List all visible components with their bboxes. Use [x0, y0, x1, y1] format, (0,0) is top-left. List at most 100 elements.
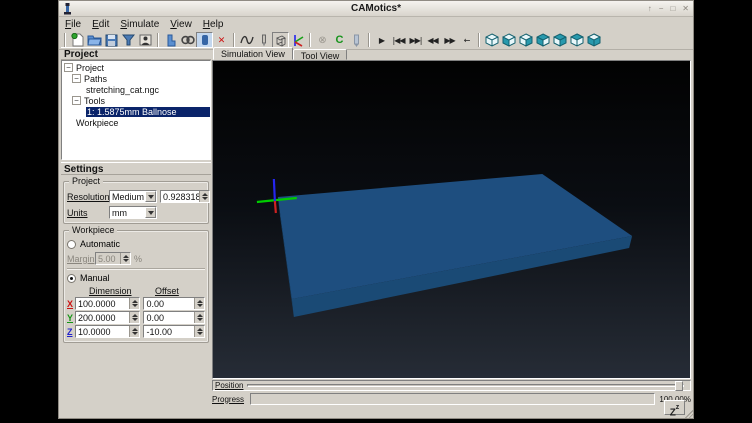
title-bar[interactable]: CAMotics* ↑ − □ ✕ [59, 1, 693, 17]
units-combo[interactable]: mm [109, 206, 157, 219]
chevron-down-icon[interactable] [145, 207, 156, 218]
z-offset-spinbox[interactable]: -10.00 [143, 325, 205, 338]
workpiece-settings-group: Workpiece Automatic Margin 5.00 % Man [63, 230, 209, 343]
workpiece-group-legend: Workpiece [69, 225, 117, 235]
spinner-buttons[interactable] [199, 191, 209, 202]
left-panel: Project Project Paths stretching_cat.ngc… [61, 47, 211, 416]
tree-item-paths[interactable]: Paths [62, 73, 210, 84]
offset-header: Offset [155, 286, 179, 296]
skip-to-start-icon[interactable]: |◀◀ [390, 32, 407, 48]
menu-bar: File Edit Simulate View Help [59, 17, 693, 31]
show-workpiece-toggle[interactable] [196, 32, 213, 48]
tree-item-tools[interactable]: Tools [62, 95, 210, 106]
manual-radio[interactable] [67, 274, 76, 283]
resolution-value-spinbox[interactable]: 0.928318 [160, 190, 210, 203]
y-offset-spinbox[interactable]: 0.00 [143, 311, 205, 324]
collapse-icon[interactable] [64, 63, 73, 72]
tab-simulation-view[interactable]: Simulation View [213, 47, 293, 60]
export-icon[interactable] [120, 32, 137, 48]
axis-z-label[interactable]: Z [67, 327, 75, 337]
right-view-icon[interactable] [551, 32, 568, 48]
menu-view[interactable]: View [170, 19, 192, 30]
tab-tool-view[interactable]: Tool View [293, 49, 347, 60]
simulation-viewport[interactable] [212, 60, 691, 379]
camotics-window: CAMotics* ↑ − □ ✕ File Edit Simulate Vie… [58, 0, 694, 419]
resolution-label[interactable]: Resolution [67, 192, 109, 202]
resize-grip[interactable] [685, 410, 693, 418]
spinner-buttons[interactable] [129, 326, 139, 337]
minimize-button[interactable]: − [659, 2, 664, 16]
toolbar-separator [309, 33, 311, 47]
open-project-icon[interactable] [86, 32, 103, 48]
spinner-buttons[interactable] [194, 326, 204, 337]
spinner-buttons[interactable] [129, 312, 139, 323]
skip-to-end-icon[interactable]: ▶▶| [407, 32, 424, 48]
stop-icon[interactable]: ⊗ [314, 32, 331, 48]
collapse-icon[interactable] [72, 96, 81, 105]
back-view-icon[interactable] [517, 32, 534, 48]
left-view-icon[interactable] [534, 32, 551, 48]
window-title: CAMotics* [59, 3, 693, 14]
reload-icon[interactable]: C [331, 32, 348, 48]
spinner-buttons[interactable] [194, 298, 204, 309]
units-label[interactable]: Units [67, 208, 109, 218]
window-controls: ↑ − □ ✕ [648, 2, 689, 16]
play-icon[interactable]: ▶ [373, 32, 390, 48]
position-label[interactable]: Position [215, 381, 243, 390]
x-dimension-spinbox[interactable]: 100.0000 [75, 297, 141, 310]
progress-bar [250, 393, 655, 405]
menu-help[interactable]: Help [203, 19, 224, 30]
menu-file[interactable]: File [65, 19, 81, 30]
project-panel-title[interactable]: Project [61, 47, 211, 60]
tool-wrench-icon[interactable] [162, 32, 179, 48]
iso-view-icon[interactable] [483, 32, 500, 48]
save-project-icon[interactable] [103, 32, 120, 48]
clear-workpiece-icon[interactable]: ✕ [213, 32, 230, 48]
toolbar-separator [157, 33, 159, 47]
menu-simulate[interactable]: Simulate [120, 19, 159, 30]
y-dimension-spinbox[interactable]: 200.0000 [75, 311, 141, 324]
new-project-icon[interactable] [69, 32, 86, 48]
tree-item-gcode-file[interactable]: stretching_cat.ngc [62, 84, 210, 95]
manual-label: Manual [80, 273, 110, 283]
fast-forward-icon[interactable]: ▶▶ [441, 32, 458, 48]
axis-y-label[interactable]: Y [67, 313, 75, 323]
z-dimension-spinbox[interactable]: 10.0000 [75, 325, 141, 338]
axis-x-label[interactable]: X [67, 299, 75, 309]
automatic-radio[interactable] [67, 240, 76, 249]
show-tool-icon[interactable] [255, 32, 272, 48]
spinner-buttons[interactable] [129, 298, 139, 309]
progress-row: Progress 100.00% [212, 392, 691, 406]
automatic-label: Automatic [80, 239, 120, 249]
progress-label[interactable]: Progress [212, 395, 244, 404]
rewind-icon[interactable]: ◀◀ [424, 32, 441, 48]
optimize-icon[interactable] [348, 32, 365, 48]
tree-item-tool-ballnose[interactable]: 1: 1.5875mm Ballnose [62, 106, 210, 117]
collapse-icon[interactable] [72, 74, 81, 83]
menu-edit[interactable]: Edit [92, 19, 109, 30]
close-button[interactable]: ✕ [682, 2, 689, 16]
slider-handle[interactable] [675, 381, 683, 391]
maximize-button[interactable]: □ [670, 2, 675, 16]
tree-item-project[interactable]: Project [62, 62, 210, 73]
toolpath-spring-icon[interactable] [179, 32, 196, 48]
show-surface-toggle[interactable] [272, 32, 289, 48]
front-view-icon[interactable] [500, 32, 517, 48]
settings-panel: Project Resolution Medium 0.928318 Units [61, 181, 211, 343]
shade-button[interactable]: ↑ [648, 2, 652, 16]
position-slider[interactable] [247, 384, 684, 387]
bottom-view-icon[interactable] [585, 32, 602, 48]
show-path-icon[interactable] [238, 32, 255, 48]
top-view-icon[interactable] [568, 32, 585, 48]
x-offset-spinbox[interactable]: 0.00 [143, 297, 205, 310]
step-back-icon[interactable]: ← [458, 32, 475, 48]
chevron-down-icon[interactable] [145, 191, 156, 202]
snapshot-icon[interactable] [137, 32, 154, 48]
show-axes-icon[interactable] [289, 32, 306, 48]
resolution-combo[interactable]: Medium [109, 190, 157, 203]
sleep-toggle-button[interactable]: Zz [664, 400, 685, 415]
spinner-buttons[interactable] [194, 312, 204, 323]
settings-panel-title[interactable]: Settings [61, 162, 211, 175]
project-tree[interactable]: Project Paths stretching_cat.ngc Tools 1… [61, 60, 211, 160]
tree-item-workpiece[interactable]: Workpiece [62, 117, 210, 128]
